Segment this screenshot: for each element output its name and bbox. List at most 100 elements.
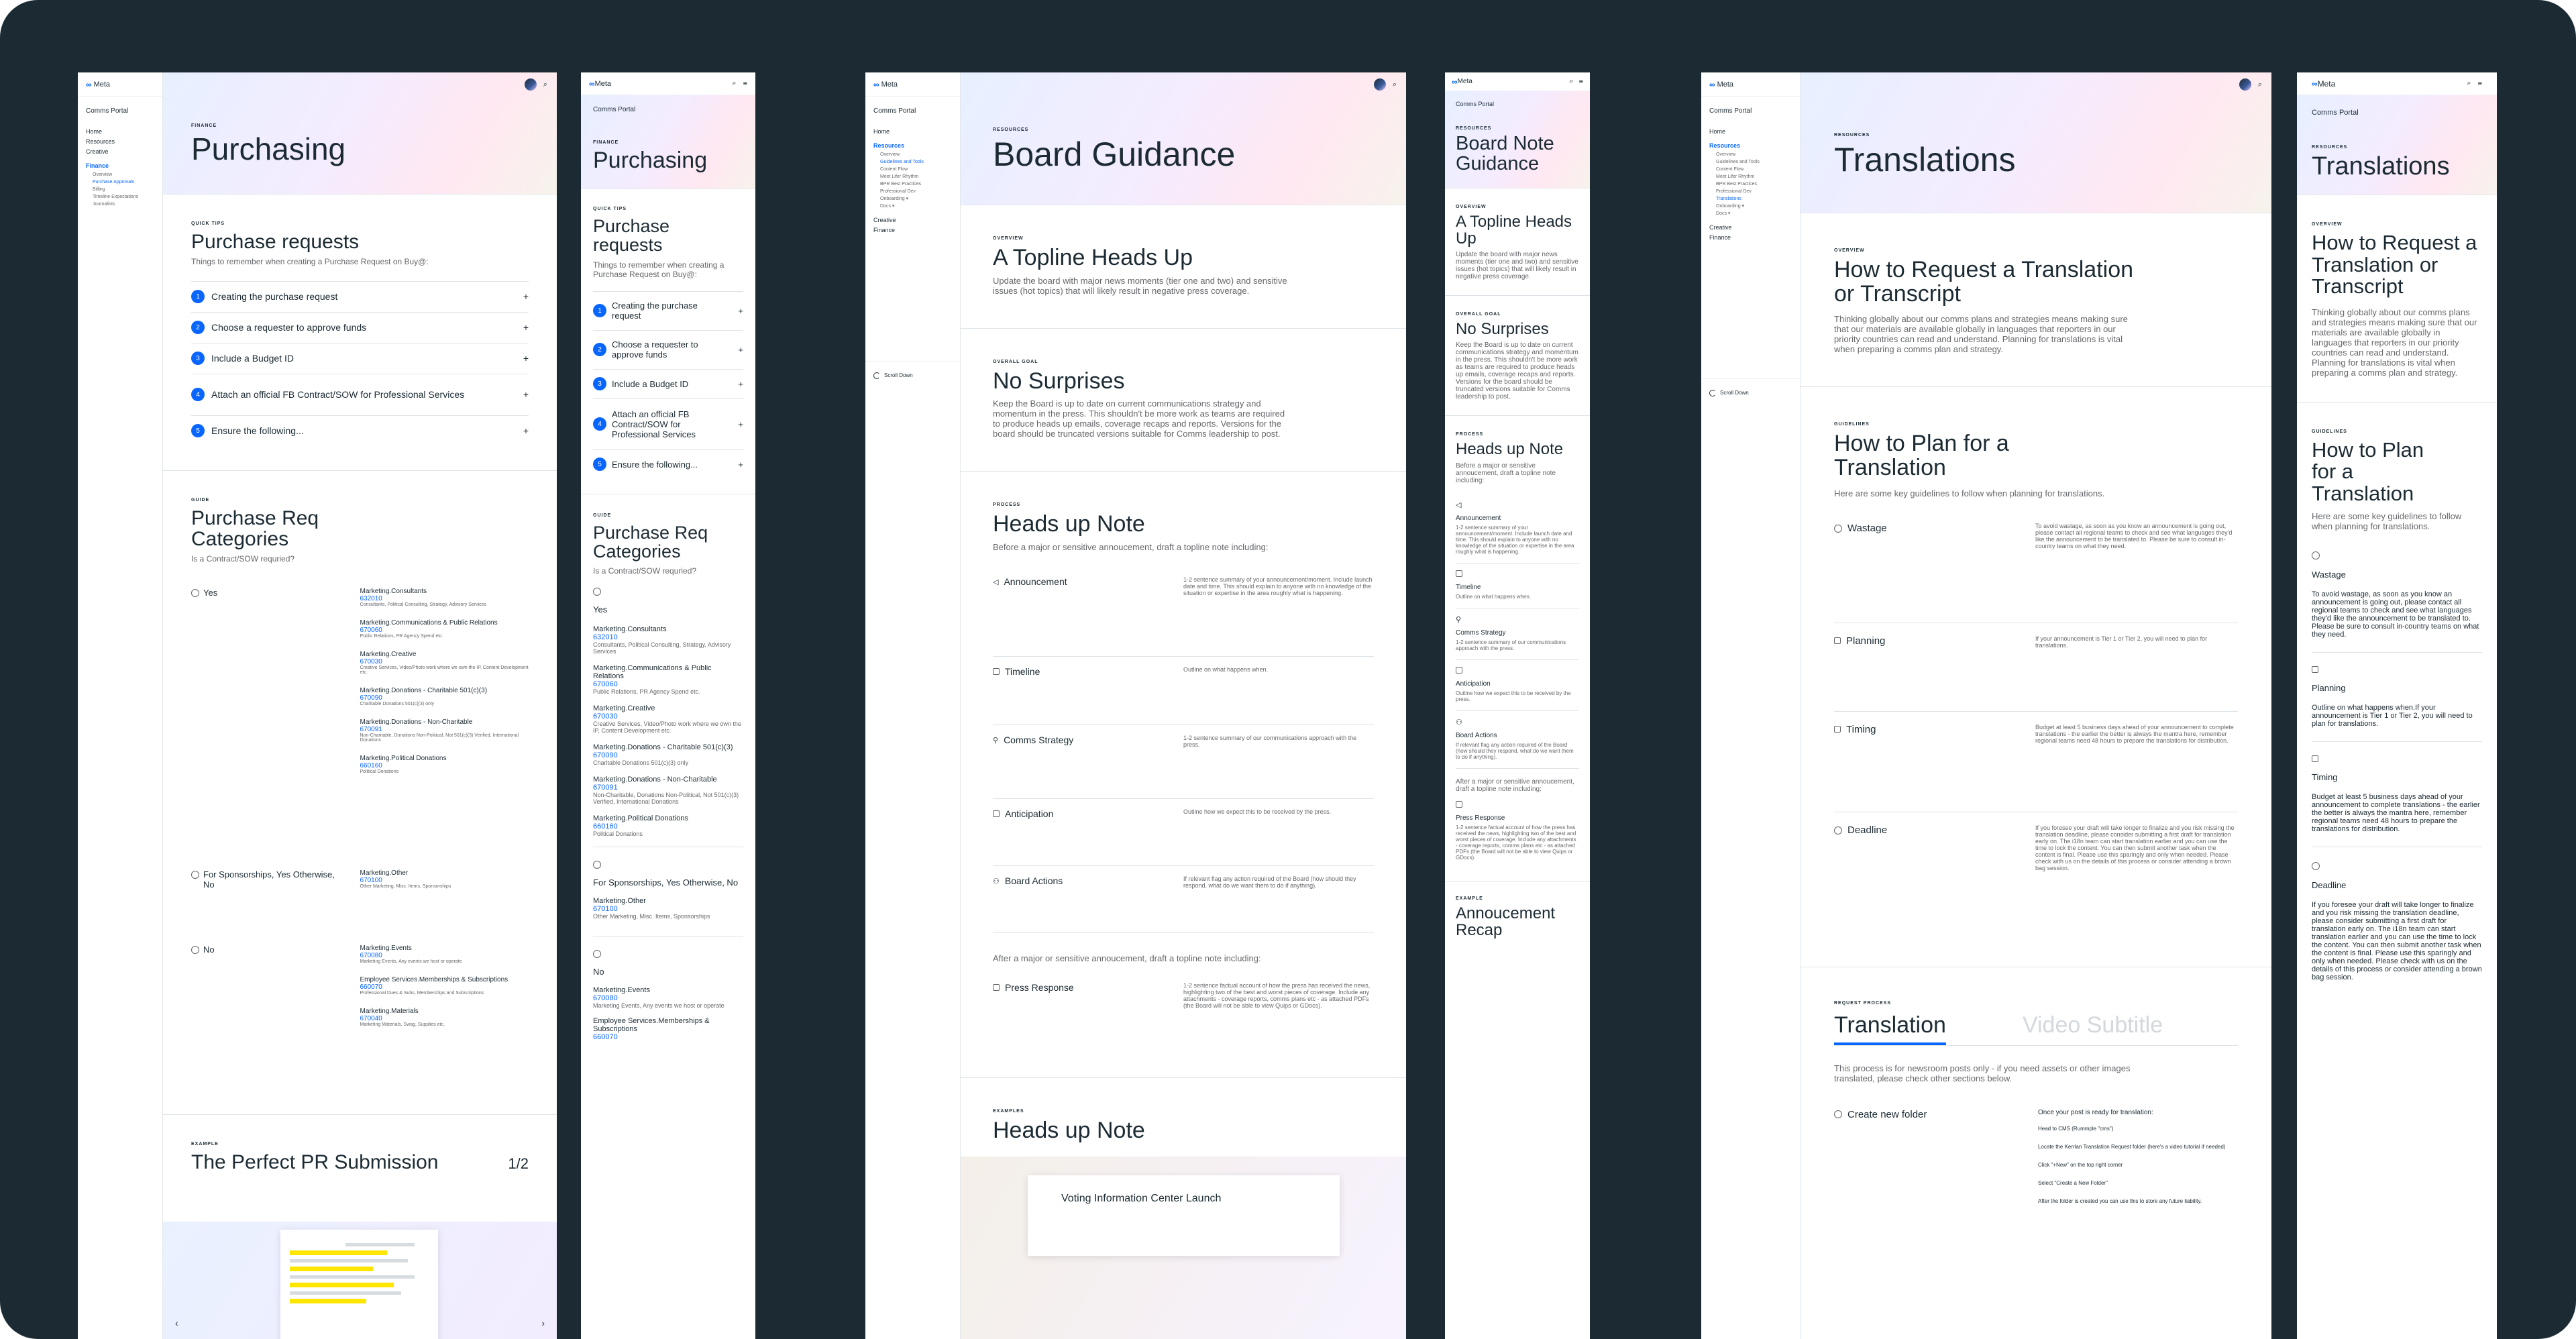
chevron-left-icon[interactable]: ‹ — [175, 1318, 178, 1328]
entry-code[interactable]: 660070 — [360, 983, 529, 991]
entry-code[interactable]: 670040 — [360, 1015, 529, 1022]
sidebar-item-home[interactable]: Home — [86, 127, 154, 137]
sidebar-item-creative[interactable]: Creative — [1709, 223, 1792, 233]
sidebar-item-finance[interactable]: Finance — [1709, 233, 1792, 243]
sidebar-item-creative[interactable]: Creative — [86, 147, 154, 157]
entry-code[interactable]: 670060 — [593, 680, 743, 688]
search-icon[interactable]: ⌕ — [1393, 81, 1397, 89]
sidebar-item-home[interactable]: Home — [873, 127, 952, 137]
search-icon[interactable]: ⌕ — [543, 81, 547, 89]
guideline-text: Budget at least 5 business days ahead of… — [2035, 723, 2234, 744]
accordion-item[interactable]: 5 Ensure the following... + — [593, 449, 743, 479]
portal-title[interactable]: Comms Portal — [1701, 97, 1800, 127]
tab-video-subtitle[interactable]: Video Subtitle — [2023, 1012, 2163, 1045]
sidebar-subitem[interactable]: Content Flow — [873, 166, 952, 173]
sidebar-subitem[interactable]: BPR Best Practices — [873, 180, 952, 188]
portal-title[interactable]: Comms Portal — [78, 97, 162, 127]
portal-title[interactable]: Comms Portal — [865, 97, 960, 127]
entry-code[interactable]: 660070 — [593, 1033, 743, 1041]
sidebar-subitem[interactable]: Meet Lifer Rhythm — [1709, 173, 1792, 180]
logo[interactable]: ∞ Meta — [1701, 72, 1800, 97]
avatar[interactable] — [1373, 78, 1386, 91]
portal-title[interactable]: Comms Portal — [2312, 109, 2482, 117]
menu-icon[interactable]: ≡ — [1579, 78, 1583, 86]
tab-translation[interactable]: Translation — [1834, 1012, 1946, 1045]
logo[interactable]: ∞ Meta — [865, 72, 960, 97]
sidebar-subitem[interactable]: Onboarding ▾ — [1709, 203, 1792, 210]
entry-code[interactable]: 670100 — [360, 877, 529, 884]
doc-line — [345, 1243, 415, 1246]
entry-code[interactable]: 670060 — [360, 627, 529, 634]
entry-code[interactable]: 670090 — [593, 751, 743, 759]
entry-code[interactable]: 632010 — [593, 633, 743, 641]
sidebar-item-resources[interactable]: Resources — [1709, 141, 1792, 151]
accordion-item[interactable]: 2 Choose a requester to approve funds + — [593, 329, 743, 369]
accordion-item[interactable]: 4 Attach an official FB Contract/SOW for … — [593, 398, 743, 449]
accordion-item[interactable]: 3 Include a Budget ID + — [191, 342, 529, 374]
sidebar-subitem-active[interactable]: Purchase Approvals — [86, 178, 154, 186]
sidebar-subitem-active[interactable]: Translations — [1709, 195, 1792, 203]
sidebar-subitem[interactable]: Journalists — [86, 201, 154, 208]
search-icon[interactable]: ⌕ — [2467, 79, 2471, 88]
entry-code[interactable]: 670080 — [360, 952, 529, 959]
avatar[interactable] — [2239, 78, 2251, 91]
sidebar-subitem[interactable]: Professional Dev — [1709, 188, 1792, 195]
logo[interactable]: ∞ Meta — [78, 72, 162, 97]
sidebar-subitem[interactable]: Billing — [86, 186, 154, 193]
sidebar-subitem[interactable]: BPR Best Practices — [1709, 180, 1792, 188]
scroll-down-button[interactable]: Scroll Down — [1701, 378, 1800, 407]
entry-code[interactable]: 660160 — [593, 822, 743, 831]
sidebar-subitem[interactable]: Overview — [86, 171, 154, 178]
section-eyebrow: OVERVIEW — [2312, 222, 2343, 227]
entry-code[interactable]: 670030 — [593, 712, 743, 720]
sidebar-subitem[interactable]: Overview — [873, 151, 952, 158]
sidebar-subitem[interactable]: Professional Dev — [873, 188, 952, 195]
search-icon[interactable]: ⌕ — [1569, 77, 1573, 86]
sidebar-subitem[interactable]: Timeline Expectations — [86, 193, 154, 201]
sidebar-subitem[interactable]: Docs ▾ — [873, 203, 952, 210]
entry-desc: Non-Charitable, Donations Non-Political,… — [593, 792, 739, 806]
quick-tips-section: QUICK TIPS Purchase requests Things to r… — [163, 195, 557, 471]
sidebar-subitem[interactable]: Meet Lifer Rhythm — [873, 173, 952, 180]
entry-code[interactable]: 670100 — [593, 905, 743, 913]
sidebar-subitem-active[interactable]: Guidelines and Tools — [873, 158, 952, 166]
example-card[interactable]: Voting Information Center Launch — [1028, 1175, 1340, 1256]
sidebar-subitem[interactable]: Content Flow — [1709, 166, 1792, 173]
entry-code[interactable]: 670091 — [593, 784, 743, 792]
search-icon[interactable]: ⌕ — [2258, 81, 2262, 89]
entry-code[interactable]: 670030 — [360, 658, 529, 665]
plus-icon: + — [523, 425, 529, 436]
sidebar-subitem[interactable]: Onboarding ▾ — [873, 195, 952, 203]
entry-code[interactable]: 670090 — [360, 694, 529, 702]
sidebar-item-resources[interactable]: Resources — [873, 141, 952, 151]
entry-code[interactable]: 660160 — [360, 762, 529, 769]
sidebar-subitem[interactable]: Guidelines and Tools — [1709, 158, 1792, 166]
preview-document[interactable] — [280, 1230, 438, 1339]
scroll-down-button[interactable]: Scroll Down — [865, 361, 960, 389]
portal-title[interactable]: Comms Portal — [593, 106, 743, 113]
accordion-item[interactable]: 5 Ensure the following... + — [191, 415, 529, 446]
accordion-item[interactable]: 3 Include a Budget ID + — [593, 368, 743, 398]
sidebar-item-finance[interactable]: Finance — [873, 225, 952, 235]
entry-code[interactable]: 670091 — [360, 726, 529, 733]
accordion-item[interactable]: 1 Creating the purchase request + — [593, 290, 743, 330]
process-text: 1-2 sentence summary of our communicatio… — [1183, 735, 1357, 749]
menu-icon[interactable]: ≡ — [2478, 80, 2482, 88]
accordion-item[interactable]: 1 Creating the purchase request + — [191, 280, 529, 312]
portal-title[interactable]: Comms Portal — [1456, 101, 1579, 107]
accordion-item[interactable]: 4 Attach an official FB Contract/SOW for … — [191, 373, 529, 415]
search-icon[interactable]: ⌕ — [732, 79, 736, 88]
menu-icon[interactable]: ≡ — [743, 80, 747, 88]
entry-code[interactable]: 632010 — [360, 595, 529, 602]
sidebar-item-finance[interactable]: Finance — [86, 161, 154, 171]
avatar[interactable] — [524, 78, 537, 91]
sidebar-item-home[interactable]: Home — [1709, 127, 1792, 137]
sidebar-subitem[interactable]: Docs ▾ — [1709, 210, 1792, 217]
accordion-item[interactable]: 2 Choose a requester to approve funds + — [191, 311, 529, 343]
entry-code[interactable]: 670080 — [593, 994, 743, 1002]
chevron-right-icon[interactable]: › — [541, 1318, 545, 1328]
guideline-label: Wastage — [1847, 522, 1887, 534]
sidebar-item-resources[interactable]: Resources — [86, 137, 154, 147]
sidebar-item-creative[interactable]: Creative — [873, 215, 952, 225]
sidebar-subitem[interactable]: Overview — [1709, 151, 1792, 158]
